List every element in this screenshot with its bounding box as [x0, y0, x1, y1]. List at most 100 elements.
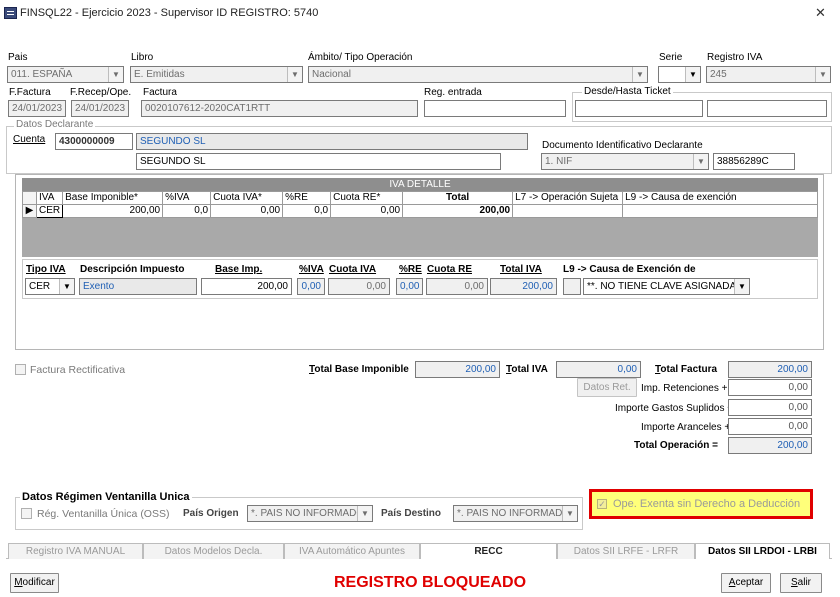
- tab-datos-sii-lrdoi[interactable]: Datos SII LRDOI - LRBI: [695, 543, 830, 559]
- table-row[interactable]: ▶ CER 200,00 0,0 0,00 0,0 0,00 200,00: [22, 204, 818, 218]
- chevron-down-icon: ▼: [108, 67, 123, 82]
- pais-select[interactable]: 011. ESPAÑA ▼: [7, 66, 124, 83]
- total-base-label: Total Base Imponible: [309, 364, 409, 375]
- chevron-down-icon: ▼: [815, 67, 830, 82]
- ventanilla-reg-label: Rég. Ventanilla Única (OSS): [37, 508, 170, 520]
- ventanilla-checkbox[interactable]: [21, 508, 32, 519]
- aceptar-button[interactable]: Aceptar: [721, 573, 771, 593]
- close-icon[interactable]: ✕: [815, 5, 826, 21]
- gastos-suplidos-field[interactable]: 0,00: [728, 399, 812, 416]
- cuenta-field[interactable]: 4300000009: [55, 133, 133, 150]
- total-factura-field: 200,00: [728, 361, 812, 378]
- f-factura-field[interactable]: 24/01/2023: [8, 100, 66, 117]
- cell-piva[interactable]: 0,0: [162, 204, 212, 218]
- col-total: Total: [402, 191, 514, 205]
- ventanilla-title: Datos Régimen Ventanilla Unica: [20, 491, 192, 503]
- tab-registro-iva-manual[interactable]: Registro IVA MANUAL: [8, 543, 143, 559]
- ticket-from-field[interactable]: [575, 100, 703, 117]
- l9-select[interactable]: **. NO TIENE CLAVE ASIGNADA ▼: [583, 278, 750, 295]
- total-factura-label: Total Factura: [655, 364, 718, 375]
- total-iva-label: Total IVA: [500, 264, 542, 275]
- datos-ret-button[interactable]: Datos Ret.: [577, 378, 637, 397]
- cell-l9[interactable]: [622, 204, 818, 218]
- gastos-suplidos-label: Importe Gastos Suplidos +: [615, 403, 734, 414]
- col-base: Base Imponible*: [62, 191, 164, 205]
- cell-cuota-iva[interactable]: 0,00: [210, 204, 284, 218]
- tab-iva-automatico[interactable]: IVA Automático Apuntes: [284, 543, 420, 559]
- factura-label: Factura: [143, 87, 177, 98]
- pais-origen-label: País Origen: [183, 508, 239, 519]
- reg-entrada-label: Reg. entrada: [424, 87, 482, 98]
- cell-cuota-re[interactable]: 0,00: [330, 204, 404, 218]
- tab-datos-sii-lrfe[interactable]: Datos SII LRFE - LRFR: [557, 543, 695, 559]
- l9-label: L9 -> Causa de Exención de: [563, 264, 696, 275]
- salir-button[interactable]: Salir: [780, 573, 822, 593]
- cuota-iva-field[interactable]: 0,00: [328, 278, 390, 295]
- imp-retenciones-field[interactable]: 0,00: [728, 379, 812, 396]
- cuenta-name-field: SEGUNDO SL: [136, 133, 528, 150]
- total-iva-field: 200,00: [490, 278, 557, 295]
- piva-field: 0,00: [297, 278, 325, 295]
- aranceles-field[interactable]: 0,00: [728, 418, 812, 435]
- tab-datos-modelos[interactable]: Datos Modelos Decla.: [143, 543, 284, 559]
- col-iva: IVA: [35, 191, 64, 205]
- declarante-name-field[interactable]: SEGUNDO SL: [136, 153, 501, 170]
- factura-field[interactable]: 0020107612-2020CAT1RTT: [141, 100, 418, 117]
- col-cuota-iva: Cuota IVA*: [210, 191, 284, 205]
- modificar-button[interactable]: Modificar: [10, 573, 59, 593]
- cell-l7[interactable]: [512, 204, 624, 218]
- ambito-select[interactable]: Nacional ▼: [308, 66, 648, 83]
- pais-origen-select[interactable]: *. PAIS NO INFORMADO ▼: [247, 505, 373, 522]
- cuota-re-label: Cuota RE: [427, 264, 472, 275]
- reg-entrada-field[interactable]: [424, 100, 566, 117]
- serie-select[interactable]: ▼: [658, 66, 701, 83]
- total-iva-sum-field: 0,00: [556, 361, 641, 378]
- factura-rectificativa-checkbox[interactable]: [15, 364, 26, 375]
- col-l9: L9 -> Causa de exención: [622, 191, 818, 205]
- pais-destino-select[interactable]: *. PAIS NO INFORMADO ▼: [453, 505, 578, 522]
- tipo-iva-select[interactable]: CER ▼: [25, 278, 75, 295]
- cell-total[interactable]: 200,00: [402, 204, 514, 218]
- doc-type-select[interactable]: 1. NIF ▼: [541, 153, 709, 170]
- f-recep-label: F.Recep/Ope.: [70, 87, 132, 98]
- table-header-row: IVA Base Imponible* %IVA Cuota IVA* %RE …: [22, 191, 818, 205]
- ope-exenta-label: Ope. Exenta sin Derecho a Deducción: [613, 498, 801, 510]
- cuota-re-field[interactable]: 0,00: [426, 278, 488, 295]
- ticket-label: Desde/Hasta Ticket: [582, 86, 673, 97]
- chevron-down-icon: ▼: [734, 279, 749, 294]
- factura-rectificativa-label: Factura Rectificativa: [30, 364, 126, 376]
- ope-exenta-checkbox[interactable]: ✓: [597, 499, 607, 509]
- registro-iva-select[interactable]: 245 ▼: [706, 66, 831, 83]
- pais-label: Pais: [8, 52, 28, 63]
- total-base-field: 200,00: [415, 361, 500, 378]
- libro-label: Libro: [131, 52, 154, 63]
- cell-iva[interactable]: CER: [35, 204, 64, 218]
- imp-retenciones-label: Imp. Retenciones +: [641, 383, 728, 394]
- tab-recc[interactable]: RECC: [420, 543, 557, 559]
- row-pointer-icon: ▶: [22, 204, 37, 218]
- iva-detalle-table: IVA Base Imponible* %IVA Cuota IVA* %RE …: [22, 191, 818, 218]
- doc-number-field[interactable]: 38856289C: [713, 153, 795, 170]
- iva-detalle-title: IVA DETALLE: [22, 178, 818, 191]
- descripcion-field: Exento: [79, 278, 197, 295]
- f-recep-field[interactable]: 24/01/2023: [71, 100, 129, 117]
- cell-pre[interactable]: 0,0: [282, 204, 332, 218]
- ticket-to-field[interactable]: [707, 100, 827, 117]
- cuenta-label: Cuenta: [13, 134, 46, 145]
- cell-base[interactable]: 200,00: [62, 204, 164, 218]
- window-title: FINSQL22 - Ejercicio 2023 - Supervisor I…: [20, 7, 319, 19]
- descripcion-label: Descripción Impuesto: [80, 264, 185, 275]
- col-cuota-re: Cuota RE*: [330, 191, 404, 205]
- app-icon: [4, 7, 17, 19]
- l9-code-field: [563, 278, 581, 295]
- total-operacion-label: Total Operación =: [634, 440, 718, 451]
- serie-label: Serie: [659, 52, 683, 63]
- base-field[interactable]: 200,00: [201, 278, 292, 295]
- chevron-down-icon: ▼: [562, 506, 577, 521]
- piva-label: %IVA: [299, 264, 324, 275]
- chevron-down-icon: ▼: [357, 506, 372, 521]
- pre-label: %RE: [399, 264, 422, 275]
- status-text: REGISTRO BLOQUEADO: [334, 574, 527, 591]
- libro-select[interactable]: E. Emitidas ▼: [130, 66, 303, 83]
- col-piva: %IVA: [162, 191, 212, 205]
